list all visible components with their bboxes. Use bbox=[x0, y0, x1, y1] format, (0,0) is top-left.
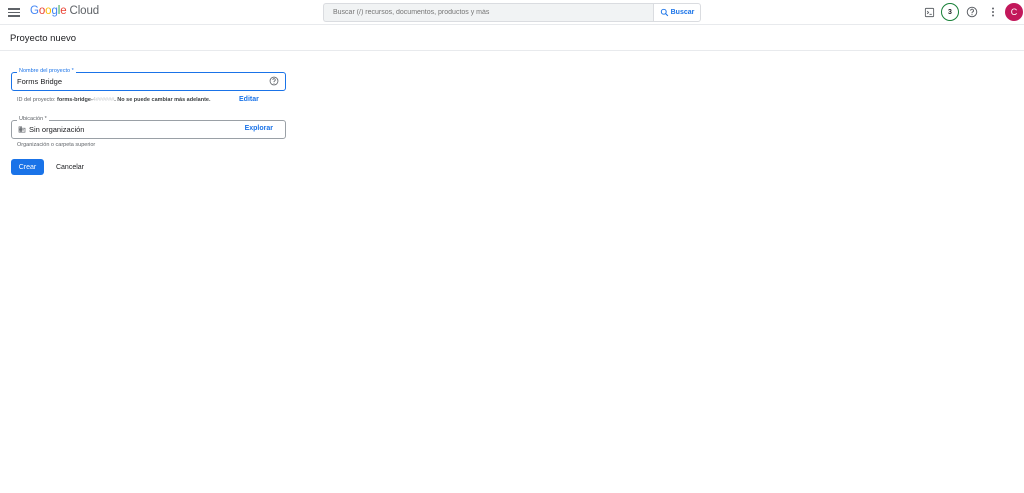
project-name-label: Nombre del proyecto * bbox=[17, 67, 76, 75]
help-icon[interactable] bbox=[965, 5, 979, 19]
project-id-value: forms-bridge- bbox=[57, 97, 93, 103]
menu-icon[interactable] bbox=[8, 6, 20, 18]
top-app-bar: GoogleCloud Buscar 3 C bbox=[0, 0, 1024, 25]
cancel-button[interactable]: Cancelar bbox=[51, 159, 89, 175]
avatar[interactable]: C bbox=[1005, 3, 1023, 21]
search-button[interactable]: Buscar bbox=[653, 3, 701, 22]
project-name-value[interactable]: Forms Bridge bbox=[17, 77, 62, 86]
cloud-shell-icon[interactable] bbox=[922, 5, 936, 19]
search-icon bbox=[660, 8, 668, 17]
organization-icon bbox=[18, 126, 26, 133]
help-icon[interactable] bbox=[269, 76, 279, 86]
notifications-badge[interactable]: 3 bbox=[941, 3, 959, 21]
project-id-note: . No se puede cambiar más adelante. bbox=[114, 97, 211, 103]
project-id-prefix: ID del proyecto: bbox=[17, 97, 58, 103]
project-name-field[interactable]: Nombre del proyecto * Forms Bridge bbox=[11, 67, 286, 91]
location-field[interactable]: Ubicación * Sin organización Explorar bbox=[11, 115, 286, 139]
location-label: Ubicación * bbox=[17, 115, 49, 123]
header-divider bbox=[0, 50, 1024, 51]
search-bar: Buscar bbox=[323, 3, 701, 22]
search-button-label: Buscar bbox=[670, 9, 695, 16]
search-input[interactable] bbox=[323, 3, 653, 22]
edit-project-id-button[interactable]: Editar bbox=[239, 96, 259, 103]
logo-cloud-text: Cloud bbox=[69, 5, 100, 17]
location-value: Sin organización bbox=[29, 125, 85, 134]
page-title: Proyecto nuevo bbox=[10, 33, 77, 44]
location-hint: Organización o carpeta superior bbox=[17, 142, 96, 148]
project-id-hint: ID del proyecto: forms-bridge-4######. N… bbox=[17, 97, 211, 103]
google-cloud-logo[interactable]: Google Cloud bbox=[30, 5, 99, 17]
more-vert-icon[interactable] bbox=[986, 5, 1000, 19]
create-button[interactable]: Crear bbox=[11, 159, 44, 175]
project-id-suffix: 4###### bbox=[92, 97, 115, 103]
logo-google-text: Google bbox=[30, 5, 67, 17]
explore-button[interactable]: Explorar bbox=[245, 125, 273, 132]
